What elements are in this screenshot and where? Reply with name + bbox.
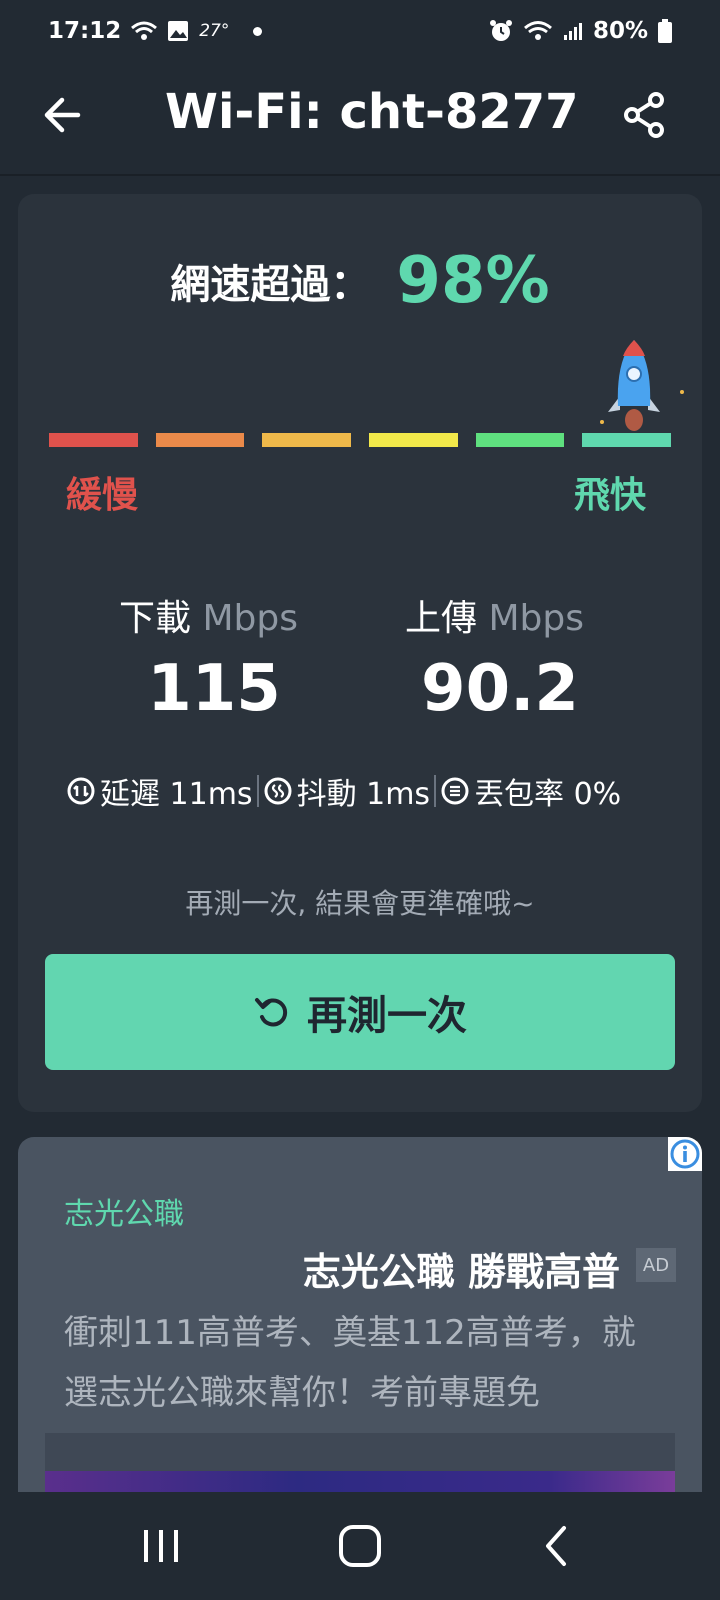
speed-meter-segment [475, 433, 565, 447]
system-nav-bar [0, 1492, 720, 1600]
speed-percentile: 網速超過： 98% [18, 244, 702, 318]
status-time: 17:12 [48, 18, 122, 44]
temperature-text: 27° [199, 21, 230, 41]
fast-label: 飛快 [574, 475, 647, 516]
upload-unit: Mbps [488, 598, 584, 639]
slow-label: 緩慢 [66, 475, 139, 516]
chevron-left-icon [546, 1526, 566, 1566]
speed-meter [49, 433, 671, 447]
packet-loss-stat: 丟包率 0% [440, 769, 621, 813]
retest-button[interactable]: 再測一次 [45, 954, 675, 1070]
rocket-icon [600, 340, 684, 431]
retest-hint: 再測一次, 結果會更準確哦~ [185, 887, 535, 920]
alarm-icon [489, 20, 512, 41]
status-bar: 17:12 27° 80% [0, 0, 720, 62]
refresh-icon [255, 998, 288, 1027]
latency-text: 延遲 11ms [100, 777, 253, 812]
ad-brand[interactable]: 志光公職 [64, 1189, 184, 1233]
home-icon [339, 1525, 381, 1567]
download-unit: Mbps [202, 598, 298, 639]
speed-label: 網速超過： [170, 262, 371, 308]
result-card: 網速超過： 98% 緩慢 飛快 下載 Mbps 上傳 Mbps 115 90.2 … [18, 194, 702, 1112]
page-title: Wi-Fi: cht-8277 [165, 84, 579, 140]
speed-meter-segment [49, 433, 138, 447]
wifi-signal-icon [523, 21, 552, 40]
download-value: 115 [147, 652, 281, 726]
upload-label: 上傳 [405, 598, 478, 639]
share-button[interactable] [622, 90, 668, 140]
network-stats: 延遲 11ms 抖動 1ms 丟包率 0% [66, 766, 666, 816]
wifi-icon [131, 21, 158, 40]
share-icon [624, 92, 664, 138]
speed-meter-segment [369, 433, 458, 447]
speed-meter-segment [262, 433, 351, 447]
info-icon [670, 1139, 700, 1169]
retest-label: 再測一次 [307, 993, 467, 1039]
download-header: 下載 Mbps [119, 589, 298, 641]
home-button[interactable] [335, 1522, 385, 1570]
latency-icon [67, 777, 95, 805]
jitter-icon [264, 777, 292, 805]
back-button[interactable] [38, 90, 88, 140]
upload-value: 90.2 [421, 652, 579, 726]
ad-info-button[interactable] [668, 1137, 702, 1171]
download-label: 下載 [119, 598, 192, 639]
back-nav-button[interactable] [532, 1522, 582, 1570]
packet-loss-icon [441, 777, 469, 805]
jitter-text: 抖動 1ms [296, 777, 431, 812]
jitter-stat: 抖動 1ms [263, 769, 430, 813]
recent-apps-button[interactable] [136, 1522, 186, 1570]
stat-divider [434, 775, 437, 807]
speed-meter-segment [582, 433, 671, 447]
stat-divider [256, 775, 259, 807]
speed-meter-segment [155, 433, 245, 447]
ad-headline[interactable]: 志光公職 勝戰高普 [303, 1241, 620, 1296]
battery-icon [658, 19, 672, 43]
battery-text: 80% [592, 18, 648, 44]
latency-stat: 延遲 11ms [66, 769, 253, 813]
app-bar: Wi-Fi: cht-8277 [0, 62, 720, 176]
cell-signal-icon [563, 23, 582, 40]
speed-percent: 98% [396, 244, 550, 318]
arrow-left-icon [44, 97, 81, 133]
notification-dot [253, 26, 263, 36]
ad-body[interactable]: 衝刺111高普考、奠基112高普考，就選志光公職來幫你！考前專題免 [64, 1303, 664, 1423]
ad-badge: AD [636, 1248, 676, 1282]
image-icon [168, 21, 189, 41]
upload-header: 上傳 Mbps [405, 589, 584, 641]
packet-loss-text: 丟包率 0% [474, 777, 622, 812]
recent-apps-icon [144, 1530, 178, 1562]
